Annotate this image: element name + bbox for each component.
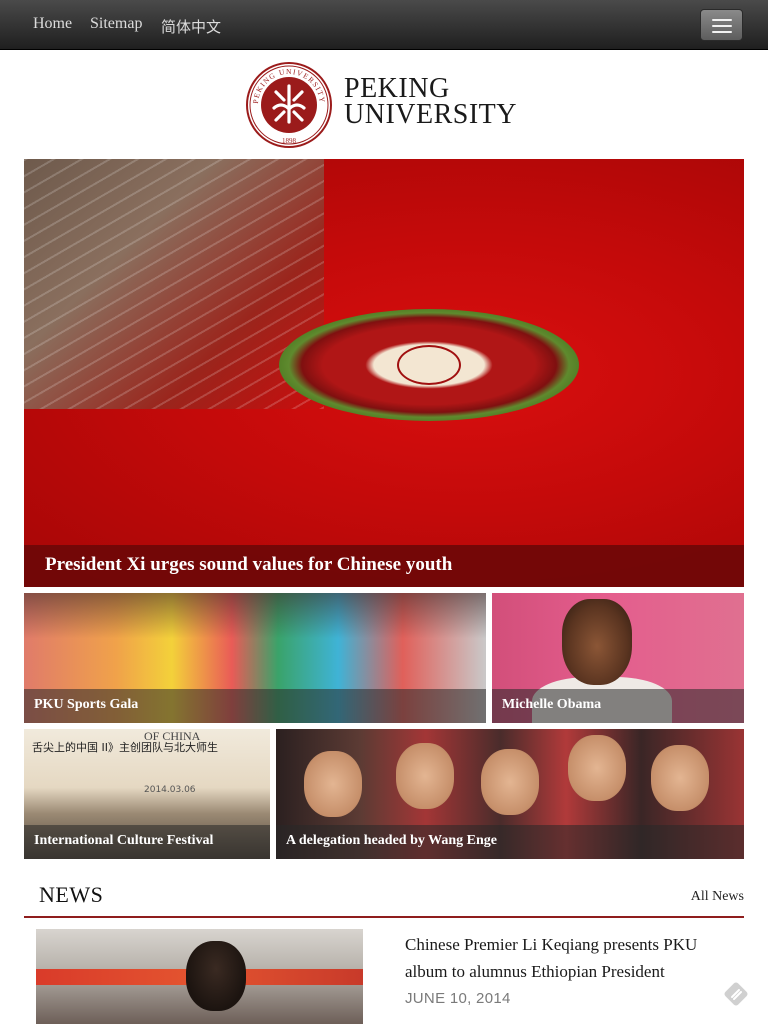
news-section-title: NEWS xyxy=(39,882,104,907)
edit-pencil-icon[interactable] xyxy=(724,982,748,1006)
tile-photo-face xyxy=(396,743,454,809)
hamburger-icon xyxy=(712,19,732,21)
tile-photo-face xyxy=(481,749,539,815)
nav-chinese-link[interactable]: 简体中文 xyxy=(161,16,221,37)
tile-michelle-obama[interactable]: Michelle Obama xyxy=(492,593,744,723)
university-logo[interactable]: PEKING UNIVERSITY 1898 PEKING UNIVERSITY xyxy=(246,62,536,148)
news-item-image[interactable] xyxy=(36,929,363,1024)
tile-caption[interactable]: Michelle Obama xyxy=(502,697,601,713)
hero-feature[interactable]: President Xi urges sound values for Chin… xyxy=(24,159,744,587)
tile-photo-face xyxy=(651,745,709,811)
news-item-headline[interactable]: Chinese Premier Li Keqiang presents PKU … xyxy=(405,931,725,985)
tile-caption[interactable]: International Culture Festival xyxy=(34,833,213,849)
menu-toggle-button[interactable] xyxy=(700,9,743,41)
pku-seal-icon: PEKING UNIVERSITY 1898 xyxy=(246,62,332,148)
nav-sitemap-link[interactable]: Sitemap xyxy=(90,15,142,33)
news-section-header: NEWS All News xyxy=(24,878,744,918)
tile-photo-face xyxy=(568,735,626,801)
news-item-date: JUNE 10, 2014 xyxy=(405,990,511,1007)
news-image-person xyxy=(186,941,246,1011)
hero-emblem-ring xyxy=(397,345,461,385)
seal-year: 1898 xyxy=(282,137,297,145)
tile-banner-date: 2014.03.06 xyxy=(144,785,196,795)
logo-line-2: UNIVERSITY xyxy=(344,99,517,130)
tile-sports-gala[interactable]: PKU Sports Gala xyxy=(24,593,486,723)
tile-photo-face xyxy=(562,599,632,685)
top-navbar: Home Sitemap 简体中文 xyxy=(0,0,768,50)
tile-caption[interactable]: A delegation headed by Wang Enge xyxy=(286,833,497,849)
hero-stands-image xyxy=(24,159,324,409)
hero-emblem-wreath xyxy=(279,309,579,421)
hamburger-icon-line xyxy=(712,31,732,33)
nav-home-link[interactable]: Home xyxy=(33,15,72,33)
tile-banner-text: 舌尖上的中国 II》主创团队与北大师生 xyxy=(32,741,218,754)
tile-photo-face xyxy=(304,751,362,817)
hamburger-icon-line xyxy=(712,25,732,27)
logo-wordmark: PEKING UNIVERSITY xyxy=(344,75,517,130)
tile-delegation[interactable]: A delegation headed by Wang Enge xyxy=(276,729,744,859)
tile-caption[interactable]: PKU Sports Gala xyxy=(34,697,138,713)
all-news-link[interactable]: All News xyxy=(691,889,744,905)
tile-culture-festival[interactable]: OF CHINA 舌尖上的中国 II》主创团队与北大师生 2014.03.06 … xyxy=(24,729,270,859)
hero-caption[interactable]: President Xi urges sound values for Chin… xyxy=(45,554,452,576)
